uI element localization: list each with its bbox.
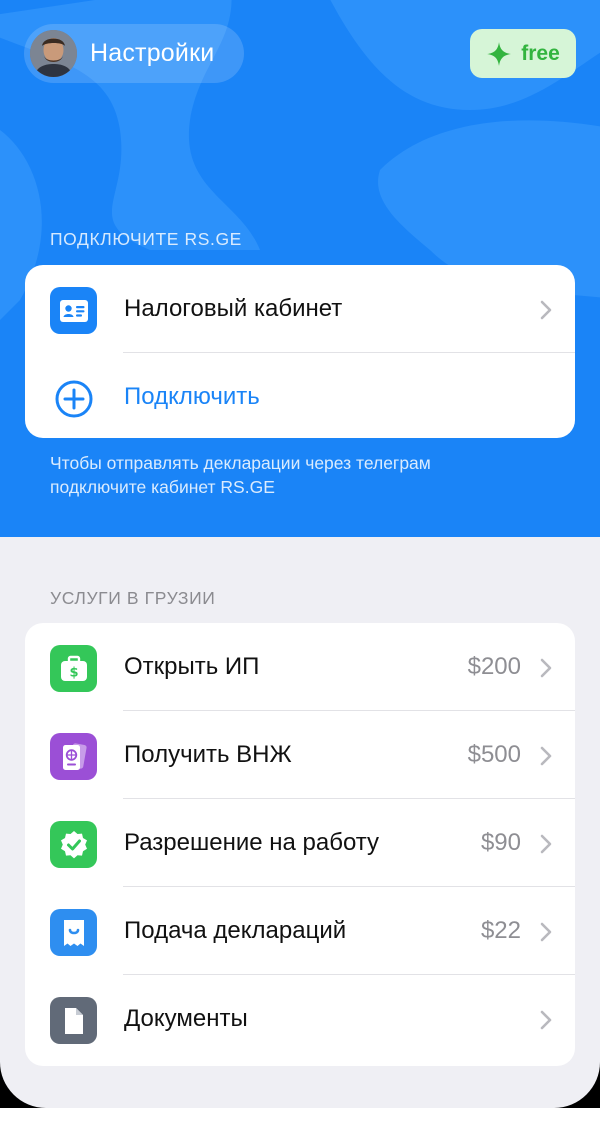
section-header-rs: ПОДКЛЮЧИТЕ RS.GE <box>50 229 242 249</box>
page-title: Настройки <box>90 39 215 67</box>
connect-label: Подключить <box>124 383 260 410</box>
section-header-services: УСЛУГИ В ГРУЗИИ <box>50 588 216 608</box>
sparkle-icon <box>487 41 512 66</box>
connect-button[interactable]: Подключить <box>25 353 575 438</box>
bottom-strip <box>0 1108 600 1126</box>
passport-icon <box>50 733 97 780</box>
verified-badge-icon <box>50 821 97 868</box>
service-row-residence-permit[interactable]: Получить ВНЖ $500 <box>25 711 575 799</box>
service-price: $200 <box>467 653 521 680</box>
chevron-right-icon <box>540 658 552 678</box>
settings-screen: Настройки free ПОДКЛЮЧИТЕ RS.GE Чтобы от… <box>0 0 600 1108</box>
service-row-documents[interactable]: Документы <box>25 975 575 1063</box>
rs-hint-text: Чтобы отправлять декларации через телегр… <box>50 451 550 499</box>
plus-circle-icon <box>50 375 97 422</box>
plan-badge-label: free <box>521 41 560 65</box>
profile-button[interactable]: Настройки <box>24 24 244 83</box>
service-row-work-permit[interactable]: Разрешение на работу $90 <box>25 799 575 887</box>
receipt-icon <box>50 909 97 956</box>
service-row-open-ip[interactable]: $ Открыть ИП $200 <box>25 623 575 711</box>
service-label: Документы <box>124 1005 248 1032</box>
svg-text:$: $ <box>69 665 78 680</box>
rs-card: Налоговый кабинет Подключить <box>25 265 575 438</box>
chevron-right-icon <box>540 746 552 766</box>
chevron-right-icon <box>540 1010 552 1030</box>
chevron-right-icon <box>540 300 552 320</box>
hint-line-2: подключите кабинет RS.GE <box>50 477 275 497</box>
service-label: Подача деклараций <box>124 917 347 944</box>
service-price: $500 <box>467 741 521 768</box>
services-card: $ Открыть ИП $200 Получить ВНЖ $500 Разр… <box>25 623 575 1066</box>
service-label: Открыть ИП <box>124 653 260 680</box>
row-tax-cabinet[interactable]: Налоговый кабинет <box>25 265 575 353</box>
id-card-icon <box>50 287 97 334</box>
service-label: Разрешение на работу <box>124 829 380 856</box>
briefcase-dollar-icon: $ <box>50 645 97 692</box>
row-label: Налоговый кабинет <box>124 295 343 322</box>
service-price: $22 <box>480 917 521 944</box>
service-price: $90 <box>480 829 521 856</box>
chevron-right-icon <box>540 922 552 942</box>
hint-line-1: Чтобы отправлять декларации через телегр… <box>50 453 431 473</box>
document-icon <box>50 997 97 1044</box>
service-label: Получить ВНЖ <box>124 741 292 768</box>
avatar <box>30 30 77 77</box>
chevron-right-icon <box>540 834 552 854</box>
service-row-declarations[interactable]: Подача деклараций $22 <box>25 887 575 975</box>
plan-badge-button[interactable]: free <box>470 29 576 78</box>
